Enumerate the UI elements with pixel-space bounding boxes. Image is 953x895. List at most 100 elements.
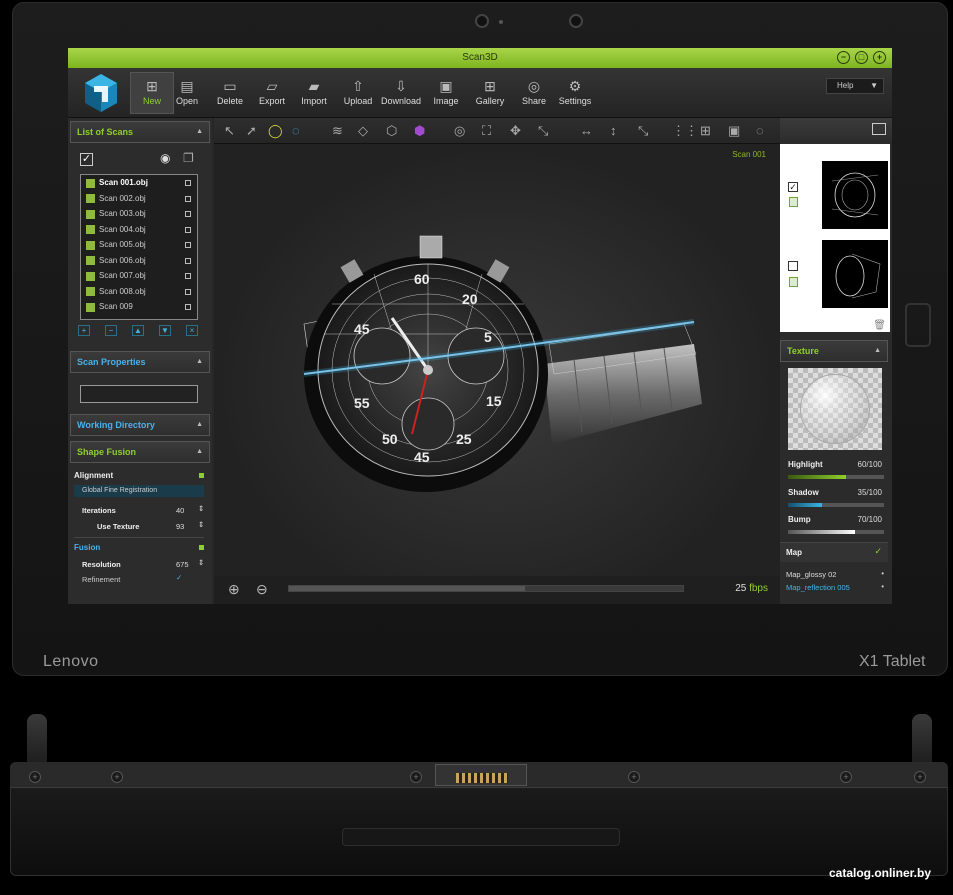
pointer-icon[interactable]: ➚ bbox=[246, 123, 257, 139]
gallery-button[interactable]: ⊞ Gallery bbox=[468, 76, 512, 106]
scan-properties-field[interactable] bbox=[80, 385, 198, 403]
trash-icon[interactable]: 🗑 bbox=[873, 320, 886, 331]
layers-icon[interactable]: ≋ bbox=[332, 123, 343, 139]
texture-header[interactable]: Texture ▲ bbox=[780, 340, 888, 362]
target-icon[interactable]: ◎ bbox=[454, 123, 465, 139]
list-item[interactable]: Scan 002.obj bbox=[81, 191, 197, 207]
image-button[interactable]: ▣ Image bbox=[424, 76, 468, 106]
list-item[interactable]: Scan 007.obj bbox=[81, 268, 197, 284]
list-item[interactable]: Scan 004.obj bbox=[81, 222, 197, 238]
help-dropdown[interactable]: Help ▼ bbox=[826, 78, 884, 94]
refinement-label: Refinement bbox=[82, 575, 121, 584]
resolution-stepper[interactable]: ⇕ bbox=[198, 558, 204, 567]
close-icon[interactable]: + bbox=[873, 51, 886, 64]
thumbnail[interactable] bbox=[822, 161, 888, 229]
import-button[interactable]: ▰ Import bbox=[292, 76, 336, 106]
copy-icon[interactable]: ❐ bbox=[183, 151, 194, 165]
delete-file-icon: ▭ bbox=[223, 78, 237, 94]
svg-text:20: 20 bbox=[462, 291, 478, 307]
remove-scan-button[interactable]: − bbox=[105, 325, 117, 336]
scene-canvas[interactable]: Scan 001 60 20 45 5 55 15 50 25 45 bbox=[214, 144, 780, 576]
bump-slider[interactable] bbox=[788, 530, 884, 534]
frame-icon[interactable]: ⛶ bbox=[482, 123, 491, 139]
left-panel: List of Scans ▲ ✓ ◉ ❐ Scan 001.obj Scan … bbox=[68, 118, 212, 604]
watermark: catalog.onliner.by bbox=[828, 866, 931, 880]
picture-icon[interactable]: ▣ bbox=[728, 123, 740, 139]
shadow-value: 35/100 bbox=[857, 488, 882, 497]
registration-row[interactable]: Global Fine Registration bbox=[74, 485, 204, 497]
list-of-scans-header[interactable]: List of Scans ▲ bbox=[70, 121, 210, 143]
thumbnail-checkbox[interactable]: ✓ bbox=[788, 182, 798, 192]
list-action-buttons: + − ▲ ▼ × bbox=[78, 325, 198, 336]
left-hinge bbox=[27, 714, 47, 762]
cube-icon[interactable]: ⬡ bbox=[386, 123, 397, 139]
share-button[interactable]: ◎ Share bbox=[512, 76, 556, 106]
windows-button[interactable] bbox=[905, 303, 931, 347]
folder-icon: ▱ bbox=[266, 78, 278, 94]
svg-text:45: 45 bbox=[414, 449, 430, 465]
collapse-icon: ▲ bbox=[874, 347, 881, 354]
list-item[interactable]: Scan 003.obj bbox=[81, 206, 197, 222]
map-section[interactable]: Map ✓ bbox=[780, 542, 888, 562]
horizontal-measure-icon[interactable]: ↔ bbox=[580, 123, 593, 138]
tiles-icon[interactable]: ⊞ bbox=[700, 123, 711, 139]
eye-icon[interactable]: ◉ bbox=[160, 151, 170, 165]
map-item[interactable]: Map_glossy 02 bbox=[786, 570, 836, 579]
image-icon[interactable] bbox=[872, 123, 886, 135]
move-down-button[interactable]: ▼ bbox=[159, 325, 171, 336]
fps-unit: fbps bbox=[749, 583, 768, 594]
brand-logo: Lenovo bbox=[43, 653, 99, 670]
move-icon[interactable]: ✥ bbox=[510, 123, 521, 139]
plane-icon[interactable]: ◇ bbox=[358, 123, 368, 139]
fusion-indicator bbox=[199, 545, 204, 550]
vertical-measure-icon[interactable]: ↕ bbox=[610, 123, 617, 138]
select-arrow-icon[interactable]: ↖ bbox=[224, 123, 235, 139]
scan-properties-header[interactable]: Scan Properties ▲ bbox=[70, 351, 210, 373]
upload-button[interactable]: ⇧ Upload bbox=[336, 76, 380, 106]
export-button[interactable]: ▱ Export bbox=[250, 76, 294, 106]
scale-icon[interactable]: ⤡ bbox=[538, 123, 548, 139]
working-directory-header[interactable]: Working Directory ▲ bbox=[70, 414, 210, 436]
shadow-slider[interactable] bbox=[788, 503, 884, 507]
dotted-circle-icon[interactable]: ◌ bbox=[756, 123, 764, 138]
restore-icon[interactable]: □ bbox=[855, 51, 868, 64]
diagonal-measure-icon[interactable]: ⤡ bbox=[638, 123, 648, 139]
lasso-icon[interactable]: ◯ bbox=[268, 123, 283, 139]
open-button[interactable]: ▤ Open bbox=[165, 76, 209, 106]
zoom-out-icon[interactable]: ⊖ bbox=[256, 581, 268, 598]
iterations-stepper[interactable]: ⇕ bbox=[198, 504, 204, 513]
screw-icon: + bbox=[29, 771, 41, 783]
map-item[interactable]: Map_reflection 005 bbox=[786, 583, 850, 592]
svg-text:55: 55 bbox=[354, 395, 370, 411]
resolution-value[interactable]: 675 bbox=[176, 560, 189, 569]
list-item[interactable]: Scan 008.obj bbox=[81, 284, 197, 300]
list-item[interactable]: Scan 005.obj bbox=[81, 237, 197, 253]
list-item[interactable]: Scan 006.obj bbox=[81, 253, 197, 269]
zoom-in-icon[interactable]: ⊕ bbox=[228, 581, 240, 598]
download-button[interactable]: ⇩ Download bbox=[379, 76, 423, 106]
check-icon[interactable]: ✓ bbox=[176, 573, 182, 582]
list-item[interactable]: Scan 009 bbox=[81, 299, 197, 315]
delete-scan-button[interactable]: × bbox=[186, 325, 198, 336]
thumbnail[interactable] bbox=[822, 240, 888, 308]
select-all-checkbox[interactable]: ✓ bbox=[80, 153, 93, 166]
list-item[interactable]: Scan 001.obj bbox=[81, 175, 197, 191]
iterations-value[interactable]: 40 bbox=[176, 506, 184, 515]
shape-fusion-header[interactable]: Shape Fusion ▲ bbox=[70, 441, 210, 463]
fusion-label: Fusion bbox=[74, 543, 101, 552]
file-icon bbox=[789, 277, 798, 287]
use-texture-value[interactable]: 93 bbox=[176, 522, 184, 531]
highlight-slider[interactable] bbox=[788, 475, 884, 479]
rotate-circle-icon[interactable]: ◌ bbox=[292, 123, 300, 138]
check-icon: ✓ bbox=[874, 546, 882, 556]
thumbnail-checkbox[interactable] bbox=[788, 261, 798, 271]
delete-button[interactable]: ▭ Delete bbox=[208, 76, 252, 106]
minimize-icon[interactable]: − bbox=[837, 51, 850, 64]
watch-model: 60 20 45 5 55 15 50 25 45 bbox=[303, 235, 702, 492]
grid-icon[interactable]: ⋮⋮ bbox=[672, 123, 698, 139]
use-texture-stepper[interactable]: ⇕ bbox=[198, 520, 204, 529]
move-up-button[interactable]: ▲ bbox=[132, 325, 144, 336]
cube-colored-icon[interactable]: ⬢ bbox=[414, 123, 425, 139]
add-scan-button[interactable]: + bbox=[78, 325, 90, 336]
settings-button[interactable]: ⚙ Settings bbox=[553, 76, 597, 106]
